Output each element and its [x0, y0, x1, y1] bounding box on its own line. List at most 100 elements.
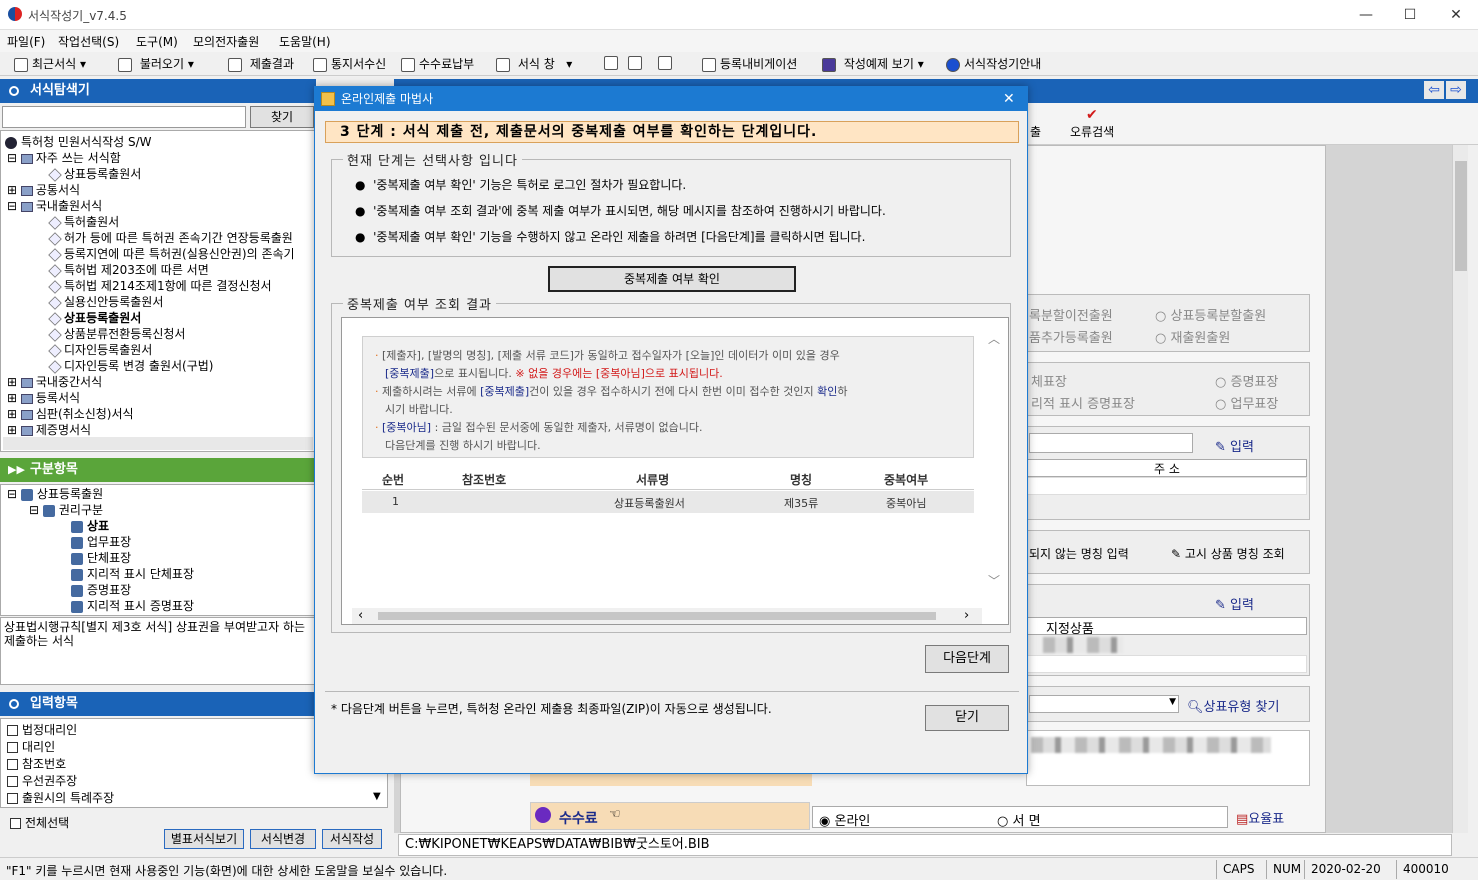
dialog-close-icon[interactable]: ✕: [1003, 87, 1015, 111]
tree-interim[interactable]: ⊞ 국내중간서식: [7, 373, 102, 390]
registration-nav-button[interactable]: 등록내비게이션: [702, 55, 797, 72]
menu-help[interactable]: 도움말(H): [279, 33, 331, 50]
mark-type-select[interactable]: ▼: [1029, 695, 1179, 713]
tree-common[interactable]: ⊞ 공통서식: [7, 181, 80, 198]
tree-trial[interactable]: ⊞ 심판(취소신청)서식: [7, 405, 134, 422]
tool-icon-3[interactable]: [658, 55, 676, 70]
next-step-button[interactable]: 다음단계: [925, 645, 1009, 673]
find-type-button[interactable]: 🔍︎상표유형 찾기: [1187, 696, 1279, 715]
menu-task[interactable]: 작업선택(S): [58, 33, 119, 50]
tree-horizontal-scrollbar[interactable]: [3, 437, 313, 450]
form-window-button[interactable]: 서식 창 ▾: [496, 55, 572, 72]
menu-mock-filing[interactable]: 모의전자출원: [193, 33, 259, 50]
menu-file[interactable]: 파일(F): [7, 33, 45, 50]
fee-payment-button[interactable]: 수수료납부: [401, 55, 474, 72]
tree-registration[interactable]: ⊞ 등록서식: [7, 389, 80, 406]
chevron-down-icon[interactable]: ﹀: [988, 572, 1000, 589]
table-row[interactable]: 1 상표등록출원서 제35류 중복아님: [362, 491, 974, 513]
category-root[interactable]: ⊟ 상표등록출원: [7, 485, 103, 502]
duplicate-check-button[interactable]: 중복제출 여부 확인: [548, 266, 796, 292]
chevron-up-icon[interactable]: ︿: [988, 330, 1000, 347]
select-all[interactable]: 전체선택: [10, 814, 69, 831]
editor-vertical-scrollbar[interactable]: [1452, 145, 1468, 833]
error-check-button[interactable]: ✔ 오류검색: [1070, 107, 1114, 140]
tree-item[interactable]: 상표등록출원서: [48, 165, 141, 182]
mark-geo-cert[interactable]: 리적 표시 증명표장: [1031, 393, 1135, 412]
tree-item[interactable]: 디자인등록 변경 출원서(구법): [48, 357, 213, 374]
separate-form-button[interactable]: 별표서식보기: [164, 829, 244, 849]
chevron-left-icon[interactable]: ‹: [358, 608, 363, 623]
change-form-button[interactable]: 서식변경: [250, 829, 316, 849]
tree-domestic[interactable]: ⊟ 국내출원서식: [7, 197, 102, 214]
tool-icon-2[interactable]: [628, 55, 646, 70]
input-item[interactable]: 참조번호: [7, 755, 66, 772]
tree-item[interactable]: 특허출원서: [48, 213, 119, 230]
close-dialog-button[interactable]: 닫기: [925, 705, 1009, 731]
address-row[interactable]: [1027, 477, 1307, 495]
checkbox[interactable]: [7, 742, 18, 753]
tree-item[interactable]: 디자인등록출원서: [48, 341, 152, 358]
scrollbar-thumb[interactable]: [1455, 161, 1467, 271]
load-button[interactable]: 불러오기 ▾: [118, 55, 194, 72]
explorer-tree[interactable]: 특허청 민원서식작성 S/W ⊟ 자주 쓰는 서식함 상표등록출원서 ⊞ 공통서…: [0, 130, 316, 452]
radio-split-transfer[interactable]: 록분할이전출원: [1029, 305, 1113, 324]
tree-item[interactable]: 상품분류전환등록신청서: [48, 325, 185, 342]
category-rights[interactable]: ⊟ 권리구분: [29, 501, 103, 518]
tree-item[interactable]: 허가 등에 따른 특허권 존속기간 연장등록출원: [48, 229, 293, 246]
menu-tools[interactable]: 도구(M): [136, 33, 178, 50]
goods-input-button[interactable]: ✎ 입력: [1215, 594, 1254, 613]
recent-forms-button[interactable]: 최근서식 ▾: [14, 55, 86, 72]
tree-item[interactable]: 특허법 제214조제1항에 따른 결정신청서: [48, 277, 272, 294]
explorer-search-input[interactable]: [2, 106, 246, 128]
notice-goods-button[interactable]: ✎ 고시 상품 명칭 조회: [1171, 545, 1285, 562]
tree-item[interactable]: 등록지연에 따른 특허권(실용신안권)의 존속기: [48, 245, 295, 262]
radio-goods-addition[interactable]: 품추가등록출원: [1029, 327, 1113, 346]
category-item[interactable]: 업무표장: [71, 533, 131, 550]
minimize-button[interactable]: —: [1346, 4, 1386, 26]
input-item[interactable]: 출원시의 특례주장: [7, 789, 114, 806]
scrollbar-thumb[interactable]: [378, 612, 936, 620]
applicant-input[interactable]: [1029, 433, 1193, 453]
checkbox[interactable]: [7, 759, 18, 770]
arrow-left-icon[interactable]: ⇦: [1424, 81, 1444, 99]
tree-root[interactable]: 특허청 민원서식작성 S/W: [5, 133, 152, 150]
maximize-button[interactable]: ☐: [1390, 4, 1430, 26]
result-vertical-scrollbar[interactable]: ︿ ﹀: [988, 330, 1002, 590]
radio-online[interactable]: ◉ 온라인: [819, 810, 870, 829]
checkbox[interactable]: [10, 818, 21, 829]
notice-receive-button[interactable]: 통지서수신: [313, 55, 386, 72]
write-form-button[interactable]: 서식작성: [322, 829, 382, 849]
example-view-button[interactable]: 작성예제 보기 ▾: [822, 55, 924, 72]
tree-favorites[interactable]: ⊟ 자주 쓰는 서식함: [7, 149, 121, 166]
tree-item[interactable]: 실용신안등록출원서: [48, 293, 163, 310]
submit-tab[interactable]: 출: [1030, 123, 1041, 140]
submit-result-button[interactable]: 제출결과: [228, 55, 294, 72]
tree-item[interactable]: 특허법 제203조에 따른 서면: [48, 261, 209, 278]
checkbox[interactable]: [7, 793, 18, 804]
checkbox[interactable]: [7, 725, 18, 736]
mark-business[interactable]: ○ 업무표장: [1215, 393, 1278, 412]
radio-split-application[interactable]: ○ 상표등록분할출원: [1155, 305, 1266, 324]
name-input-link[interactable]: 되지 않는 명칭 입력: [1029, 545, 1129, 562]
radio-refiling[interactable]: ○ 재출원출원: [1155, 327, 1230, 346]
input-item[interactable]: 법정대리인: [7, 721, 77, 738]
goods-row[interactable]: [1027, 655, 1307, 673]
applicant-input-button[interactable]: ✎ 입력: [1215, 436, 1254, 455]
result-horizontal-scrollbar[interactable]: ‹ ›: [352, 608, 982, 624]
fee-table-button[interactable]: ▤요율표: [1236, 808, 1284, 827]
mark-certification[interactable]: ○ 증명표장: [1215, 371, 1278, 390]
category-item[interactable]: 지리적 표시 단체표장: [71, 565, 194, 582]
close-button[interactable]: ✕: [1436, 4, 1476, 26]
tool-icon-1[interactable]: [604, 55, 622, 70]
chevron-down-icon[interactable]: ▼: [373, 791, 381, 802]
chevron-right-icon[interactable]: ›: [964, 608, 969, 623]
checkbox[interactable]: [7, 776, 18, 787]
find-button[interactable]: 찾기: [250, 106, 314, 128]
radio-paper[interactable]: ○ 서 면: [997, 810, 1041, 829]
tree-certificate[interactable]: ⊞ 제증명서식: [7, 421, 91, 438]
category-tree[interactable]: ⊟ 상표등록출원 ⊟ 권리구분 상표 업무표장 단체표장 지리적 표시 단체표장…: [0, 484, 316, 616]
category-item-selected[interactable]: 상표: [71, 517, 109, 534]
input-item[interactable]: 우선권주장: [7, 772, 77, 789]
arrow-right-icon[interactable]: ⇨: [1446, 81, 1466, 99]
tree-item-selected[interactable]: 상표등록출원서: [48, 309, 141, 326]
